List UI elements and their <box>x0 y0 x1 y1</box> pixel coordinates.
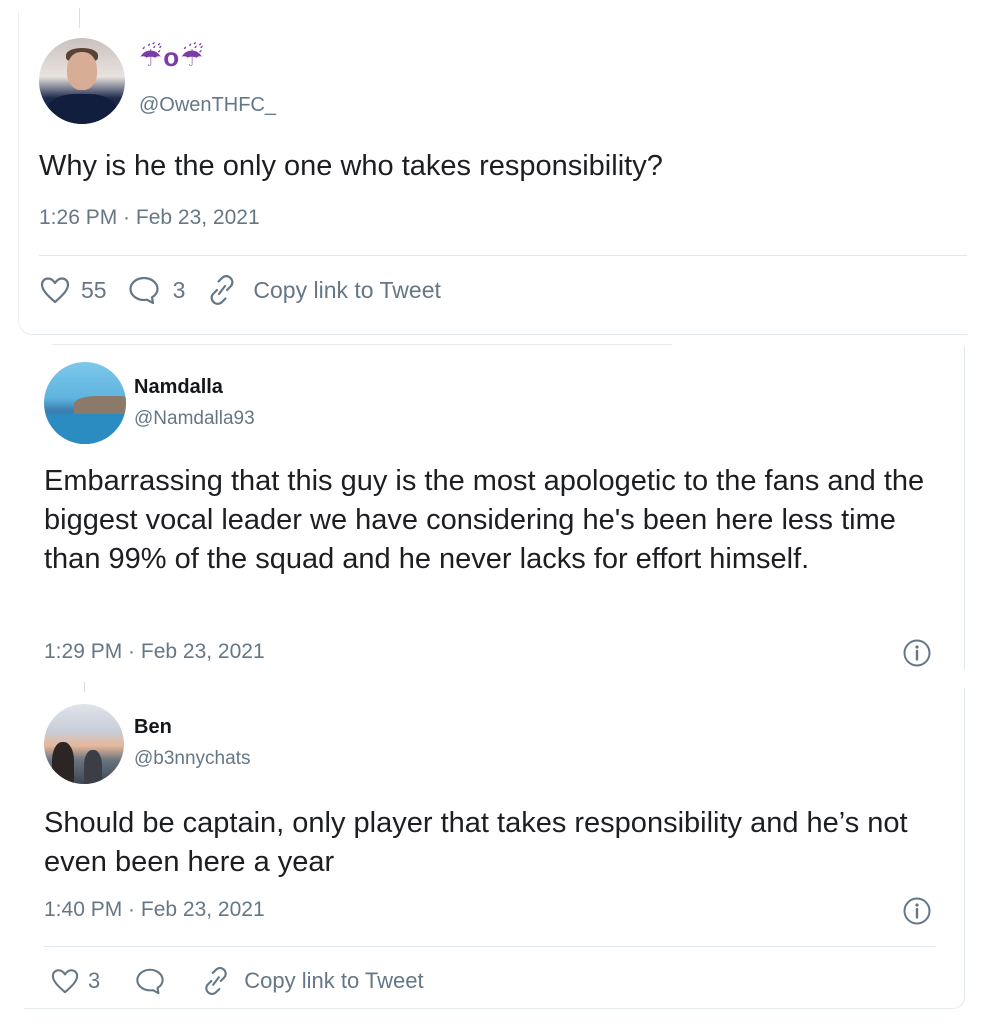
tweet-card: ☔o☔ @OwenTHFC_ Why is he the only one wh… <box>18 8 967 335</box>
divider <box>44 946 936 947</box>
copy-link-button[interactable]: Copy link to Tweet <box>200 966 424 996</box>
speech-bubble-icon <box>127 274 161 306</box>
copy-link-button[interactable]: Copy link to Tweet <box>205 274 441 306</box>
like-button[interactable]: 3 <box>50 967 100 995</box>
reply-button[interactable]: 3 <box>127 274 186 306</box>
info-icon[interactable] <box>902 896 932 926</box>
tweet-timestamp[interactable]: 1:26 PM · Feb 23, 2021 <box>39 206 260 230</box>
author-display-name[interactable]: ☔o☔ <box>139 42 205 73</box>
avatar[interactable] <box>39 38 125 124</box>
reply-text: Embarrassing that this guy is the most a… <box>44 465 925 575</box>
speech-bubble-icon <box>134 966 166 996</box>
reply-count: 3 <box>172 276 186 303</box>
reply-card: Namdalla @Namdalla93 Embarrassing that t… <box>24 344 965 670</box>
avatar[interactable] <box>44 362 126 444</box>
author-handle[interactable]: @b3nnychats <box>134 748 250 770</box>
author-display-name[interactable]: Ben <box>134 716 172 739</box>
reply-card: Ben @b3nnychats Should be captain, only … <box>24 682 965 1009</box>
reply-timestamp[interactable]: 1:40 PM · Feb 23, 2021 <box>44 898 265 922</box>
copy-link-label: Copy link to Tweet <box>253 276 441 303</box>
heart-icon <box>39 275 71 305</box>
link-icon <box>200 966 232 996</box>
author-display-name[interactable]: Namdalla <box>134 376 223 399</box>
author-handle[interactable]: @Namdalla93 <box>134 408 255 430</box>
copy-link-label: Copy link to Tweet <box>244 968 424 993</box>
tweet-text: Why is he the only one who takes respons… <box>39 150 663 182</box>
tweet-actions: 55 3 Copy link to Tweet <box>39 274 441 306</box>
reply-text: Should be captain, only player that take… <box>44 807 908 878</box>
heart-icon <box>50 967 80 995</box>
author-handle[interactable]: @OwenTHFC_ <box>139 94 276 117</box>
reply-timestamp[interactable]: 1:29 PM · Feb 23, 2021 <box>44 640 265 664</box>
divider <box>39 255 967 256</box>
like-count: 55 <box>81 276 107 303</box>
like-count: 3 <box>88 968 101 993</box>
like-button[interactable]: 55 <box>39 275 107 305</box>
link-icon <box>205 274 239 306</box>
avatar[interactable] <box>44 704 124 784</box>
reply-button[interactable] <box>134 966 166 996</box>
info-icon[interactable] <box>902 638 932 668</box>
reply-actions: 3 Copy link to Tweet <box>50 966 424 996</box>
